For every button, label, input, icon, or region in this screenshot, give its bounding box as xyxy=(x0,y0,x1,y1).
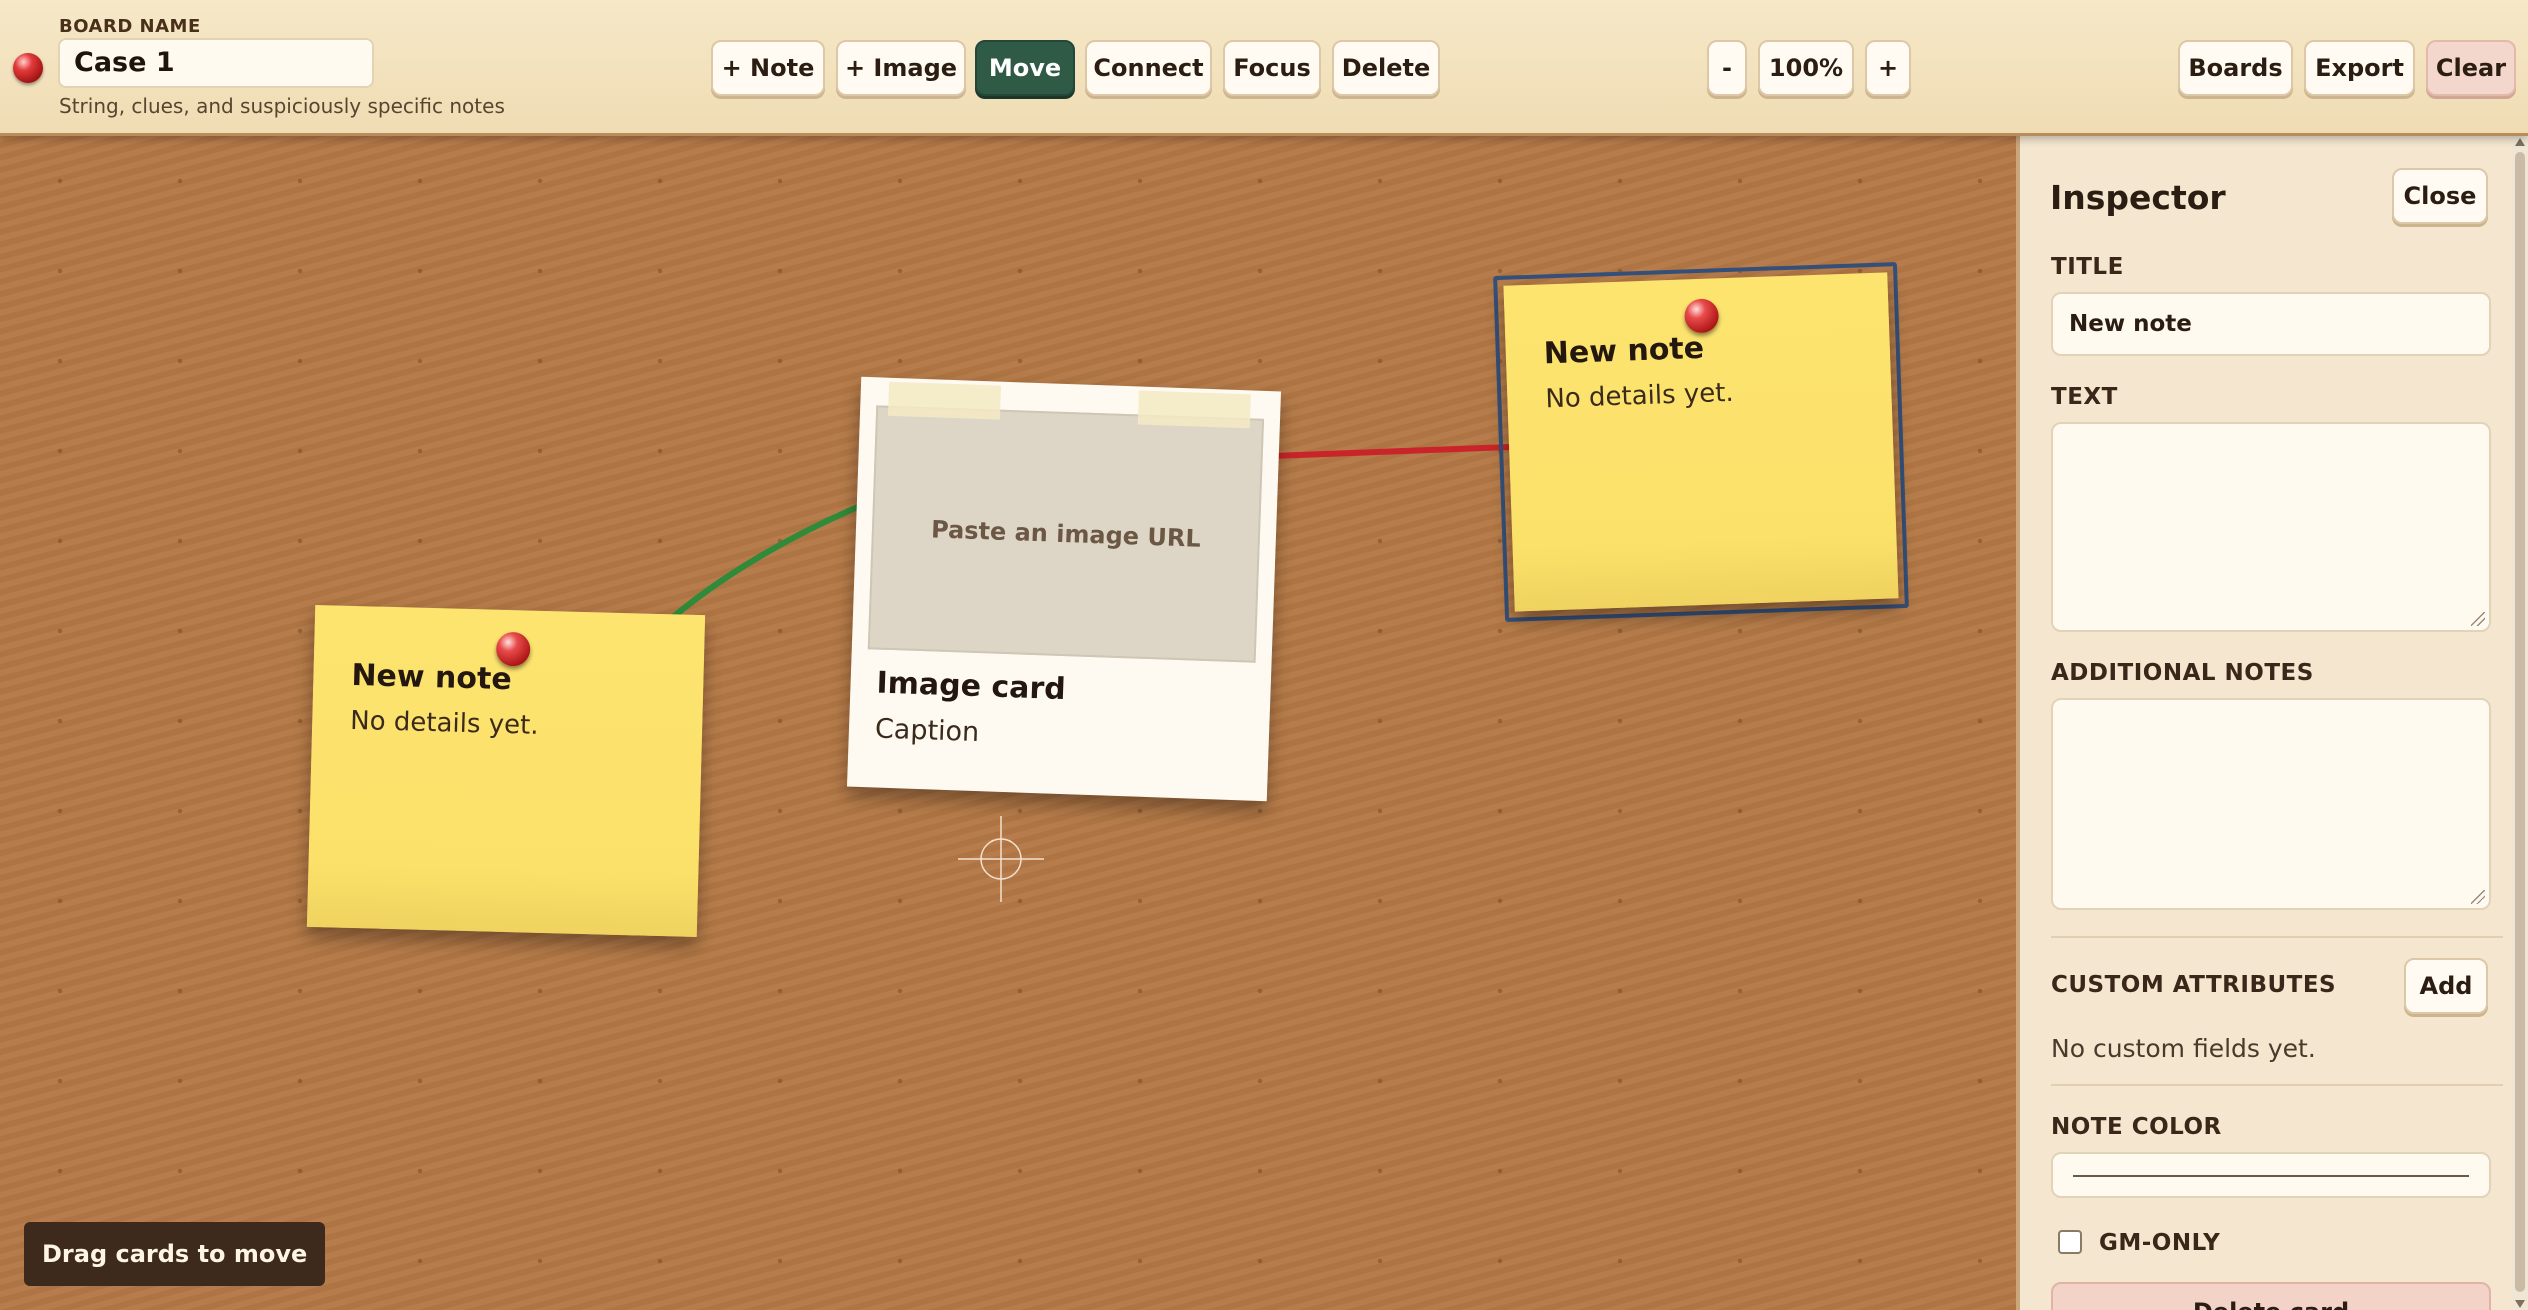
zoom-in-button[interactable]: + xyxy=(1865,40,1911,96)
scroll-down-icon[interactable] xyxy=(2515,1300,2525,1308)
board-name-label: BOARD NAME xyxy=(59,16,201,37)
inspector-title: Inspector xyxy=(2050,178,2226,217)
add-image-button[interactable]: + Image xyxy=(836,40,966,96)
note-color-label: NOTE COLOR xyxy=(2051,1114,2222,1140)
image-card[interactable]: Paste an image URL Image card Caption xyxy=(846,376,1282,802)
title-input[interactable]: New note xyxy=(2051,292,2491,356)
note-title: New note xyxy=(350,657,513,698)
note-text: No details yet. xyxy=(1544,377,1735,415)
gm-only-label: GM-ONLY xyxy=(2099,1230,2221,1256)
string-green[interactable] xyxy=(662,503,863,627)
zoom-out-button[interactable]: - xyxy=(1707,40,1747,96)
image-card-caption: Caption xyxy=(874,713,980,749)
note-text: No details yet. xyxy=(349,705,539,741)
inspector-panel: Inspector Close TITLE New note TEXT ADDI… xyxy=(2016,136,2512,1310)
color-swatch-line xyxy=(2073,1175,2469,1177)
text-textarea[interactable] xyxy=(2051,422,2491,632)
boards-button[interactable]: Boards xyxy=(2178,40,2293,96)
zoom-level-button[interactable]: 100% xyxy=(1758,40,1854,96)
crosshair-cursor-icon xyxy=(958,816,1044,902)
custom-attributes-empty: No custom fields yet. xyxy=(2051,1034,2316,1063)
scroll-up-icon[interactable] xyxy=(2515,138,2525,146)
red-pin-icon xyxy=(1684,298,1720,334)
scroll-thumb[interactable] xyxy=(2515,152,2525,1292)
divider xyxy=(2051,1084,2503,1086)
resize-grip-icon[interactable] xyxy=(2471,612,2485,626)
add-attribute-button[interactable]: Add xyxy=(2404,958,2488,1014)
custom-attributes-label: CUSTOM ATTRIBUTES xyxy=(2051,972,2337,998)
mode-hint: Drag cards to move xyxy=(24,1222,326,1286)
gm-only-checkbox[interactable] xyxy=(2058,1230,2082,1254)
connect-mode-button[interactable]: Connect xyxy=(1085,40,1212,96)
top-toolbar: BOARD NAME Case 1 String, clues, and sus… xyxy=(0,0,2528,136)
pin-logo-icon xyxy=(13,53,43,83)
move-mode-button[interactable]: Move xyxy=(975,40,1075,96)
cork-board-canvas[interactable]: New note No details yet. Paste an image … xyxy=(0,136,2016,1310)
close-inspector-button[interactable]: Close xyxy=(2392,168,2488,224)
image-placeholder[interactable]: Paste an image URL xyxy=(867,405,1265,663)
text-label: TEXT xyxy=(2051,384,2118,410)
sticky-note-selected[interactable]: New note No details yet. xyxy=(1503,272,1899,612)
additional-notes-textarea[interactable] xyxy=(2051,698,2491,910)
delete-button[interactable]: Delete xyxy=(1332,40,1440,96)
string-red[interactable] xyxy=(1269,444,1513,459)
delete-card-button[interactable]: Delete card xyxy=(2051,1282,2491,1310)
additional-notes-label: ADDITIONAL NOTES xyxy=(2051,660,2314,686)
focus-mode-button[interactable]: Focus xyxy=(1223,40,1321,96)
divider xyxy=(2051,936,2503,938)
title-label: TITLE xyxy=(2051,254,2124,280)
resize-grip-icon[interactable] xyxy=(2471,890,2485,904)
image-card-title: Image card xyxy=(875,665,1067,708)
sticky-note[interactable]: New note No details yet. xyxy=(306,604,706,938)
board-subtitle: String, clues, and suspiciously specific… xyxy=(59,94,505,118)
add-note-button[interactable]: + Note xyxy=(711,40,825,96)
tape-strip xyxy=(887,381,1002,420)
clear-button[interactable]: Clear xyxy=(2426,40,2516,96)
export-button[interactable]: Export xyxy=(2304,40,2415,96)
board-name-input[interactable]: Case 1 xyxy=(58,38,374,88)
note-title: New note xyxy=(1543,330,1705,372)
tape-strip xyxy=(1137,390,1251,429)
note-color-picker[interactable] xyxy=(2051,1152,2491,1198)
inspector-scrollbar[interactable] xyxy=(2512,136,2528,1310)
